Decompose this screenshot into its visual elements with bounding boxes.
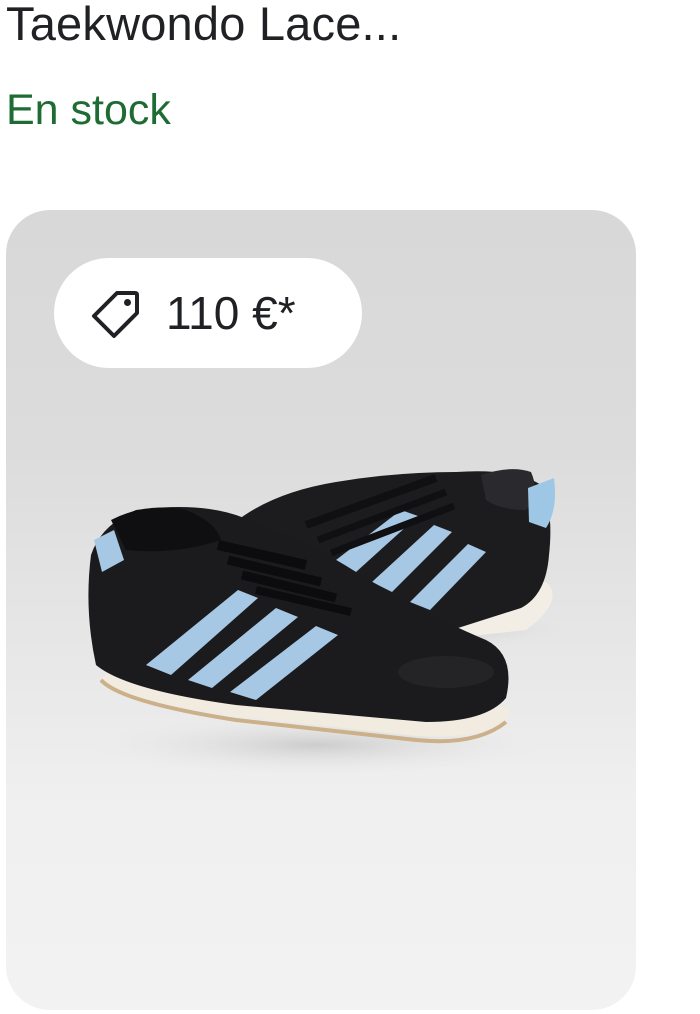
price-text: 110 €* xyxy=(166,287,296,339)
tag-icon xyxy=(92,291,139,338)
product-card[interactable]: 110 €* xyxy=(6,210,636,1010)
price-chip[interactable]: 110 €* xyxy=(54,258,362,368)
stock-status: En stock xyxy=(6,86,171,134)
product-title[interactable]: Taekwondo Lace... xyxy=(6,0,401,51)
